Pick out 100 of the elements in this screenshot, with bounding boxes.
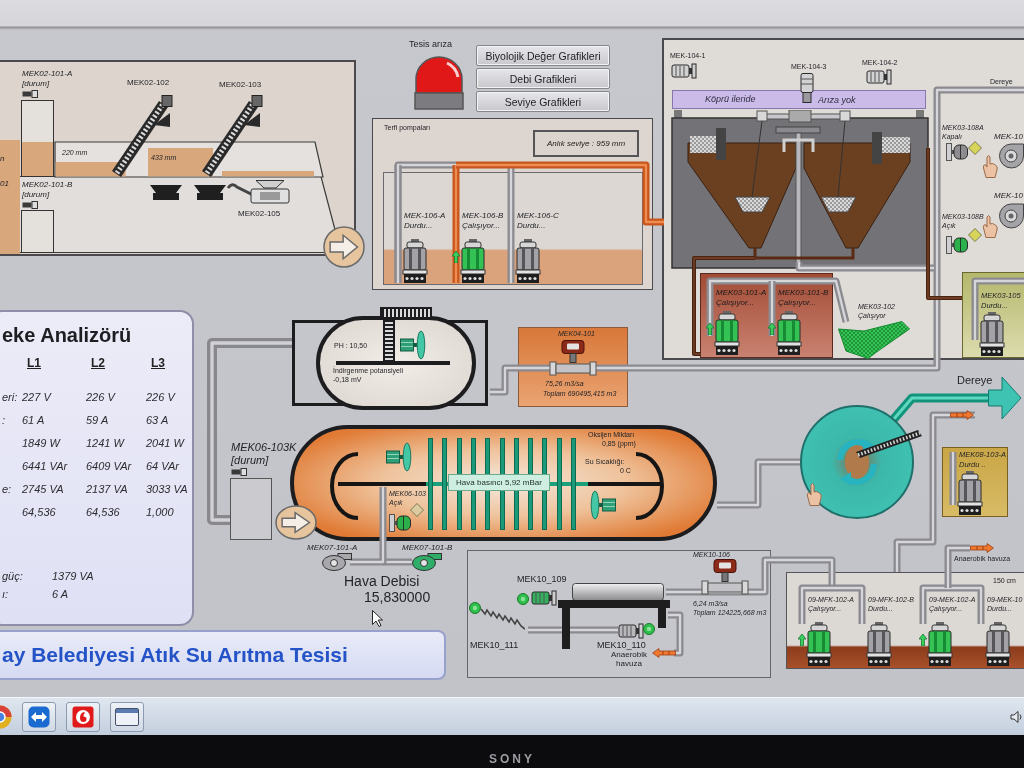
- motor-icon: [618, 623, 644, 639]
- flow-meter-icon: [700, 559, 750, 595]
- diamond-icon: [968, 141, 982, 155]
- alarm-label: Tesis arıza: [409, 39, 452, 50]
- phase-value: 227 V: [22, 389, 51, 404]
- monitor-brand: SONY: [489, 752, 535, 768]
- status-lamp-icon: [469, 602, 481, 614]
- flow-meter-icon: [548, 340, 598, 376]
- row-label: ı:: [2, 587, 9, 601]
- chart-button[interactable]: Seviye Grafikleri: [476, 91, 610, 112]
- speaker-icon[interactable]: [1010, 709, 1024, 724]
- row-label: eri:: [2, 389, 18, 404]
- phase-value: 1,000: [146, 504, 174, 519]
- phase-value: 1849 W: [22, 435, 60, 450]
- phase-value: 226 V: [86, 389, 115, 404]
- blower-tag: MEK-10: [994, 191, 1023, 201]
- ladder-icon: [383, 318, 395, 363]
- phase-value: 6409 VAr: [86, 458, 132, 473]
- phase-value: 64,536: [86, 504, 120, 519]
- phase-value: 6441 VAr: [22, 458, 68, 473]
- hand-icon: [982, 214, 998, 238]
- diamond-icon: [410, 503, 424, 517]
- taskbar-button[interactable]: [66, 701, 100, 732]
- air-flow-label: Hava Debisi: [344, 573, 420, 590]
- phase-value: 226 V: [146, 389, 175, 404]
- total-value: 6 A: [52, 587, 69, 601]
- phase-value: 1241 W: [86, 435, 124, 450]
- phase-value: 2041 W: [146, 435, 184, 450]
- pump-tag: MEK-106-C: [517, 211, 559, 221]
- baffle: [634, 452, 664, 520]
- mixer-icon: [590, 490, 616, 520]
- spring-conveyor-icon: [481, 607, 525, 631]
- row-label: e:: [2, 481, 12, 496]
- pump-tag: MEK-106-A: [404, 211, 446, 221]
- press-tag: MEK10_109: [517, 574, 567, 585]
- flow-arrow-icon: [970, 543, 994, 553]
- blower-tag: MEK07-101-B: [402, 543, 453, 553]
- pump-status: Durdu...: [517, 221, 546, 231]
- phase-value: 63 A: [146, 412, 169, 427]
- taskbar-button[interactable]: [110, 701, 144, 732]
- outlet-label: Anaerobik havuza: [610, 650, 648, 669]
- bridge-fault-status: Arıza yok: [818, 95, 856, 106]
- phase-value: 61 A: [22, 412, 45, 427]
- screw-conveyor-icon: [112, 95, 174, 177]
- row-label: güç:: [2, 569, 23, 583]
- pump-tag: MEK03-101-B: [778, 288, 829, 298]
- phase-value: 2137 VA: [86, 481, 128, 496]
- plant-title: ay Belediyesi Atık Su Arıtma Tesisi: [0, 630, 446, 680]
- flow-arrow-icon: [950, 410, 974, 420]
- outlet-label: Dereye: [957, 374, 993, 387]
- quote-mark-icon: [72, 705, 94, 728]
- total-value: 1379 VA: [52, 569, 94, 583]
- circle-logo-icon[interactable]: [0, 703, 12, 730]
- phase-heading: L1: [27, 355, 41, 371]
- status-indicator-icon: [231, 468, 247, 476]
- motor-icon: [531, 590, 557, 606]
- status-lamp-icon: [517, 593, 529, 605]
- pump-status: Çalışıyor...: [778, 298, 816, 308]
- level-reading: Anlık seviye : 959 mm: [533, 130, 639, 157]
- pump-status: Çalışıyor...: [462, 221, 500, 231]
- status-indicator-icon: [22, 201, 38, 209]
- cursor-icon: [372, 610, 383, 627]
- baffle: [330, 452, 360, 520]
- phase-value: 2745 VA: [22, 481, 64, 496]
- conveyor-tag: MEK02-103: [219, 80, 262, 90]
- phase-value: 59 A: [86, 412, 109, 427]
- grate-icon: [380, 307, 432, 319]
- phase-value: 64 VAr: [146, 458, 180, 473]
- screen-status: [durum]: [22, 190, 50, 200]
- pump-tag: MEK-106-B: [462, 211, 504, 221]
- phase-heading: L3: [151, 355, 165, 371]
- compactor-icon: [226, 180, 290, 206]
- taskbar-button[interactable]: [22, 701, 56, 732]
- hopper-icon: [194, 185, 226, 200]
- status-indicator-icon: [22, 90, 38, 98]
- screen-status: [durum]: [22, 79, 50, 89]
- motor-icon: [799, 73, 815, 103]
- bridge-position: Köprü ileride: [705, 94, 756, 105]
- pump-tag: MEK03-101-A: [716, 288, 767, 298]
- conveyor-tag: MEK02-102: [127, 78, 170, 88]
- motor-icon: [671, 63, 697, 79]
- screen-box: [21, 210, 54, 253]
- control-status: [durum]: [231, 454, 269, 467]
- phase-heading: L2: [91, 355, 105, 371]
- blower-tag: MEK07-101-A: [307, 543, 358, 553]
- blower-tag: MEK-10: [994, 132, 1023, 142]
- pump-status: Çalışıyor...: [716, 298, 754, 308]
- screen-tag: MEK02-101-B: [22, 180, 73, 190]
- diamond-icon: [968, 228, 982, 242]
- phase-value: 3033 VA: [146, 481, 188, 496]
- pump-tag: MEK10_110: [597, 640, 646, 651]
- mixer-icon: [400, 330, 426, 360]
- compactor-tag: MEK02-105: [238, 209, 281, 219]
- edge-label: 01: [0, 179, 9, 189]
- status-lamp-icon: [643, 623, 655, 635]
- motor-icon: [866, 69, 892, 85]
- conveyor-tag: MEK10_111: [470, 640, 519, 651]
- chart-button[interactable]: Biyolojik Değer Grafikleri: [476, 45, 610, 66]
- row-label: :: [2, 412, 6, 427]
- chart-button[interactable]: Debi Grafikleri: [476, 68, 610, 89]
